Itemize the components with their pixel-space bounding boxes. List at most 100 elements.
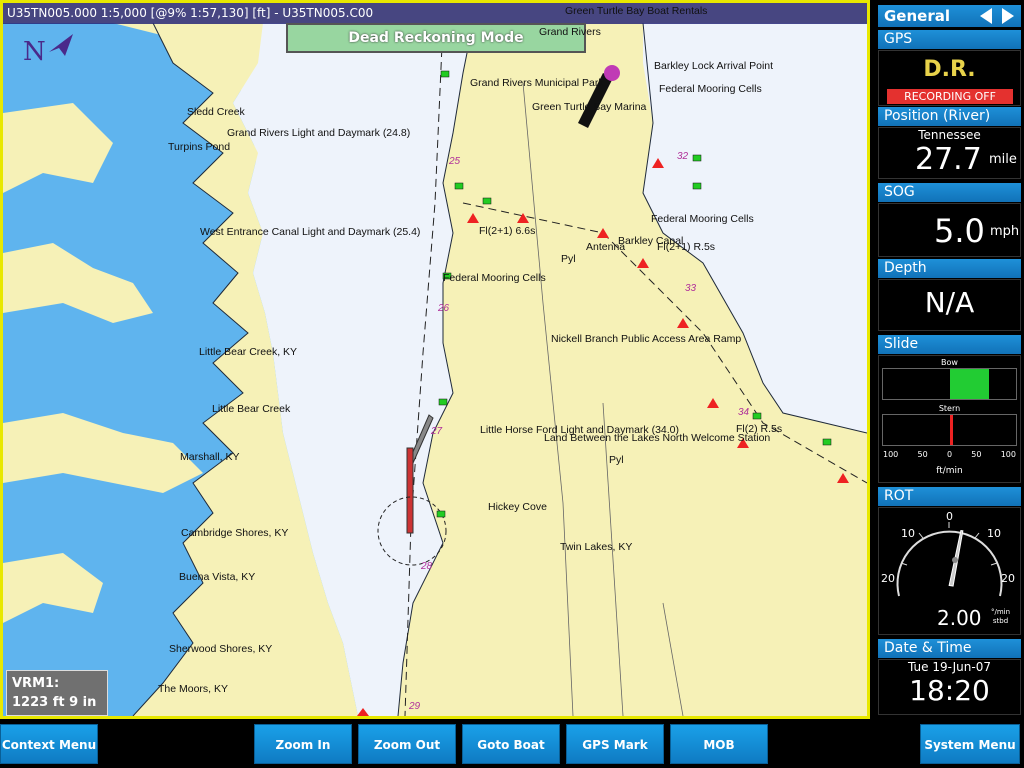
place-label-buena-vista: Buena Vista, KY bbox=[179, 571, 256, 583]
zoom-out-button[interactable]: Zoom Out bbox=[358, 724, 456, 764]
slide-unit: ft/min bbox=[936, 466, 963, 476]
river-mile-marker: 28 bbox=[421, 561, 433, 572]
place-label-little-bear-creek-ky: Little Bear Creek, KY bbox=[199, 346, 298, 358]
depth-header: Depth bbox=[878, 259, 1021, 278]
sog-box: 5.0 mph bbox=[878, 203, 1021, 257]
prev-page-icon[interactable] bbox=[980, 8, 992, 24]
place-label-sherwood-shores: Sherwood Shores, KY bbox=[169, 643, 273, 655]
rot-unit-bottom: stbd bbox=[992, 617, 1009, 625]
zoom-in-button[interactable]: Zoom In bbox=[254, 724, 352, 764]
rot-tick-10-port: 10 bbox=[901, 527, 915, 540]
mob-button[interactable]: MOB bbox=[670, 724, 768, 764]
nautical-chart[interactable]: U35TN005.000 1:5,000 [@9% 1:57,130] [ft]… bbox=[0, 0, 870, 719]
place-label-the-moors: The Moors, KY bbox=[158, 683, 229, 695]
place-label-fl-2-1-6s: Fl(2+1) 6.6s bbox=[479, 225, 536, 237]
next-page-icon[interactable] bbox=[1002, 8, 1014, 24]
slide-tick: 50 bbox=[971, 450, 982, 459]
river-mile-marker: 26 bbox=[438, 303, 450, 314]
place-label-pyl-2: Pyl bbox=[609, 454, 624, 466]
river-name: Tennessee bbox=[918, 128, 981, 142]
place-label-west-entrance: West Entrance Canal Light and Daymark (2… bbox=[200, 226, 421, 238]
gps-value: D.R. bbox=[923, 57, 976, 82]
general-header[interactable]: General bbox=[878, 5, 1021, 27]
place-label-cambridge-shores: Cambridge Shores, KY bbox=[181, 527, 289, 539]
vrm-label: VRM1: bbox=[12, 676, 60, 691]
context-menu-button[interactable]: Context Menu bbox=[0, 724, 98, 764]
rot-gauge bbox=[896, 522, 1003, 597]
river-mile-marker: 25 bbox=[449, 156, 461, 167]
position-header: Position (River) bbox=[878, 107, 1021, 126]
river-mile-marker: 34 bbox=[738, 407, 750, 418]
place-label-grand-rivers-municipal: Grand Rivers Municipal Park bbox=[470, 77, 604, 89]
gps-box: D.R. RECORDING OFF bbox=[878, 50, 1021, 106]
place-label-hickey-cove: Hickey Cove bbox=[488, 501, 547, 513]
rot-unit-top: °/min bbox=[991, 608, 1011, 616]
sog-unit: mph bbox=[990, 224, 1020, 239]
place-label-federal-mooring-3: Federal Mooring Cells bbox=[443, 272, 546, 284]
rot-unit: °/min stbd bbox=[991, 608, 1010, 626]
north-arrow-icon: N bbox=[23, 34, 73, 67]
slide-tick: 100 bbox=[1000, 450, 1016, 459]
slide-box: Bow Stern 100 50 0 50 100 ft/min bbox=[878, 355, 1021, 483]
time-value: 18:20 bbox=[909, 674, 990, 707]
depth-box: N/A bbox=[878, 279, 1021, 331]
place-label-federal-mooring-1: Federal Mooring Cells bbox=[659, 83, 762, 95]
river-mile-marker: 27 bbox=[431, 426, 443, 437]
stern-label: Stern bbox=[938, 404, 961, 413]
slide-tick: 0 bbox=[946, 450, 953, 459]
river-mile-marker: 33 bbox=[685, 283, 697, 294]
place-label-lbl-welcome: Land Between the Lakes North Welcome Sta… bbox=[544, 432, 771, 444]
position-value: 27.7 bbox=[915, 142, 982, 177]
instrument-panel: General GPS D.R. RECORDING OFF Position … bbox=[875, 0, 1024, 719]
vrm-readout: VRM1: 1223 ft 9 in bbox=[6, 670, 108, 716]
place-label-sledd-creek: Sledd Creek bbox=[187, 106, 245, 118]
general-label: General bbox=[884, 7, 950, 25]
rot-box: 0 10 10 20 20 2.00 °/min stbd bbox=[878, 507, 1021, 635]
gps-header: GPS bbox=[878, 30, 1021, 49]
datetime-header: Date & Time bbox=[878, 639, 1021, 658]
river-mile-marker: 32 bbox=[677, 151, 689, 162]
vrm-value: 1223 ft 9 in bbox=[12, 695, 97, 710]
place-label-pyl-1: Pyl bbox=[561, 253, 576, 265]
place-label-green-turtle-marina: Green Turtle Bay Marina bbox=[532, 101, 647, 113]
date-value: Tue 19-Jun-07 bbox=[908, 660, 991, 674]
sog-header: SOG bbox=[878, 183, 1021, 202]
river-mile-marker: 29 bbox=[409, 701, 421, 712]
slide-header: Slide bbox=[878, 335, 1021, 354]
slide-tick: 50 bbox=[917, 450, 928, 459]
rot-tick-20-stbd: 20 bbox=[1001, 572, 1015, 585]
rot-value: 2.00 bbox=[937, 606, 982, 630]
chart-title-strip: U35TN005.000 1:5,000 [@9% 1:57,130] [ft]… bbox=[3, 3, 867, 24]
bow-slide-bar bbox=[882, 368, 1017, 400]
stern-slide-fill bbox=[949, 415, 953, 445]
sog-value: 5.0 bbox=[934, 212, 985, 250]
stern-slide-bar bbox=[882, 414, 1017, 446]
place-label-barkley-lock: Barkley Lock Arrival Point bbox=[654, 60, 774, 72]
datetime-box: Tue 19-Jun-07 18:20 bbox=[878, 659, 1021, 715]
position-unit: mile bbox=[989, 152, 1017, 167]
place-label-fl-2-1-r5s: Fl(2+1) R.5s bbox=[657, 241, 716, 253]
gps-mark-button[interactable]: GPS Mark bbox=[566, 724, 664, 764]
system-menu-button[interactable]: System Menu bbox=[920, 724, 1020, 764]
place-label-grand-rivers: Grand Rivers bbox=[539, 26, 601, 38]
bow-label: Bow bbox=[941, 358, 958, 367]
rot-tick-10-stbd: 10 bbox=[987, 527, 1001, 540]
goto-boat-button[interactable]: Goto Boat bbox=[462, 724, 560, 764]
svg-text:N: N bbox=[23, 37, 46, 67]
position-box: Tennessee 27.7 mile bbox=[878, 127, 1021, 179]
place-label-twin-lakes: Twin Lakes, KY bbox=[560, 541, 633, 553]
slide-tick: 100 bbox=[883, 450, 899, 459]
recording-status[interactable]: RECORDING OFF bbox=[887, 89, 1013, 104]
place-label-federal-mooring-2: Federal Mooring Cells bbox=[651, 213, 754, 225]
place-label-antenna: Antenna bbox=[586, 241, 626, 253]
place-label-turpins-pond: Turpins Pond bbox=[168, 141, 231, 153]
place-label-nickell-branch: Nickell Branch Public Access Area Ramp bbox=[551, 333, 742, 345]
place-label-little-bear-creek: Little Bear Creek bbox=[212, 403, 291, 415]
chart-map[interactable] bbox=[3, 3, 867, 716]
rot-tick-0: 0 bbox=[946, 510, 953, 523]
depth-value: N/A bbox=[924, 286, 975, 319]
place-label-green-turtle-rentals: Green Turtle Bay Boat Rentals bbox=[565, 5, 708, 17]
place-label-grand-rivers-light: Grand Rivers Light and Daymark (24.8) bbox=[227, 127, 411, 139]
slide-tick-row: 100 50 0 50 100 bbox=[883, 450, 1016, 459]
bow-slide-fill bbox=[949, 369, 990, 399]
